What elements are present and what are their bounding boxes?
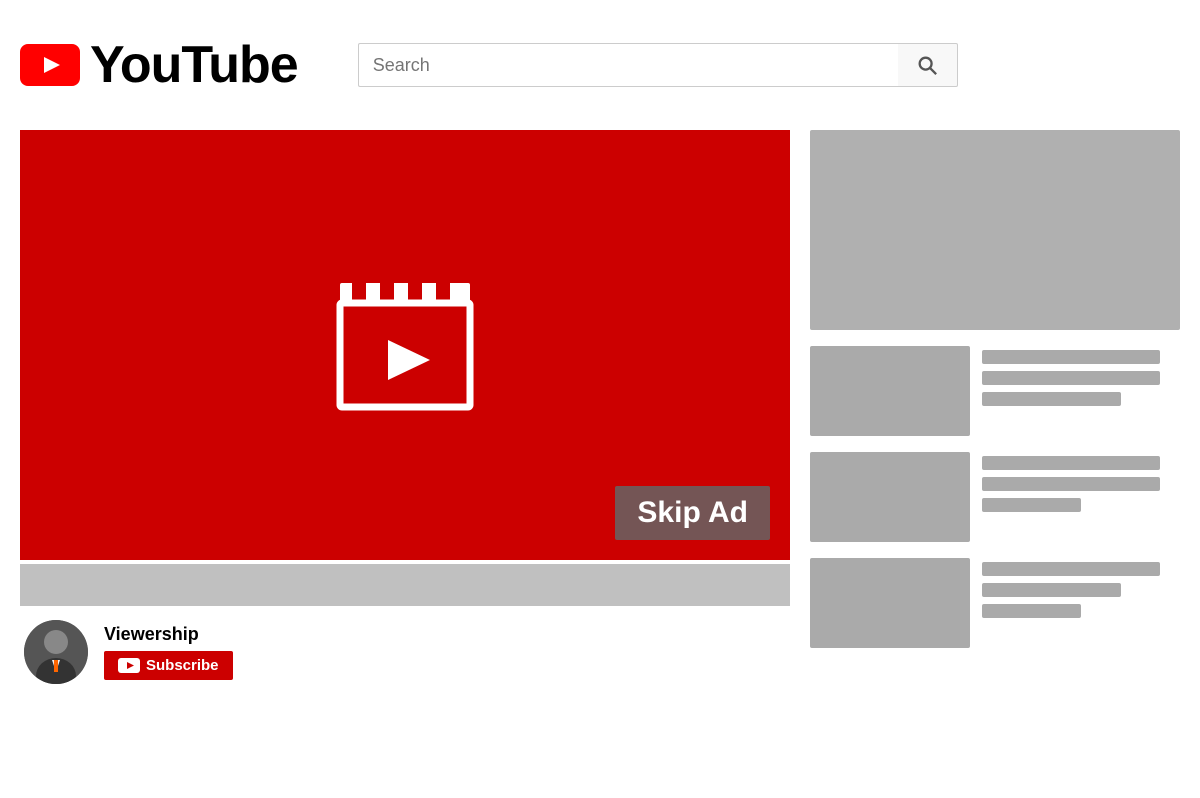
sidebar-title-line-3 [982,604,1081,618]
video-controls-bar[interactable] [20,564,790,606]
youtube-logo-icon [20,44,80,86]
search-button[interactable] [898,43,958,87]
sidebar-thumbnail [810,452,970,542]
sidebar-column [810,130,1180,684]
subscribe-button[interactable]: Subscribe [104,651,233,680]
video-player[interactable]: Skip Ad [20,130,790,560]
sidebar-item[interactable] [810,346,1180,436]
sidebar-banner-ad [810,130,1180,330]
header: YouTube [0,0,1200,130]
sidebar-title-line-1 [982,562,1160,576]
sidebar-text-block [982,558,1180,618]
sidebar-item[interactable] [810,452,1180,542]
subscribe-label: Subscribe [146,657,219,674]
channel-info: Viewership Subscribe [20,620,790,684]
channel-details: Viewership Subscribe [104,624,233,680]
search-container [358,43,958,87]
logo-container: YouTube [20,35,298,95]
sidebar-thumbnail [810,558,970,648]
sidebar-title-line-2 [982,583,1121,597]
search-icon [916,54,938,76]
sidebar-item[interactable] [810,558,1180,648]
channel-avatar [24,620,88,684]
youtube-logo-text: YouTube [90,35,298,95]
sidebar-text-block [982,452,1180,512]
avatar-image [24,620,88,684]
subscribe-youtube-icon [118,658,140,673]
channel-name: Viewership [104,624,233,645]
sidebar-title-line-2 [982,371,1160,385]
video-column: Skip Ad Viewership [20,130,790,684]
search-input[interactable] [358,43,898,87]
sidebar-thumbnail [810,346,970,436]
sidebar-title-line-1 [982,456,1160,470]
sidebar-title-line-3 [982,392,1121,406]
sidebar-title-line-2 [982,477,1160,491]
sidebar-title-line-3 [982,498,1081,512]
film-clapper-icon [330,275,480,415]
skip-ad-button[interactable]: Skip Ad [615,486,770,540]
sidebar-text-block [982,346,1180,406]
main-content: Skip Ad Viewership [0,130,1200,684]
sidebar-title-line-1 [982,350,1160,364]
